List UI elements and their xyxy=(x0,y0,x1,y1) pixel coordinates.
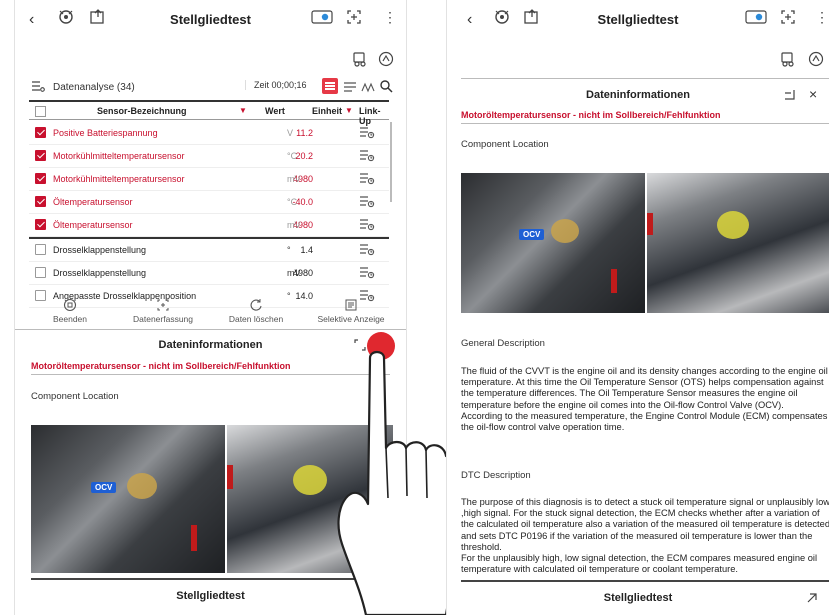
settings-circle-icon[interactable] xyxy=(377,50,395,70)
row-checkbox[interactable] xyxy=(35,267,46,278)
car-icon[interactable] xyxy=(351,50,369,70)
sensor-value: 11.2 xyxy=(296,128,313,138)
data-toolbar: Datenanalyse (34) Zeit 00;00;16 xyxy=(15,76,406,98)
capture-button[interactable]: Datenerfassung xyxy=(123,298,203,324)
sensor-unit: °C xyxy=(287,197,298,207)
sensor-unit: mV xyxy=(287,220,301,230)
data-info-title: Dateninformationen xyxy=(586,89,690,101)
list-view-button[interactable] xyxy=(322,78,338,94)
divider xyxy=(15,329,406,330)
table-row[interactable]: Motorkühlmitteltemperatursensor 20.2 °C xyxy=(29,145,389,168)
select-all-checkbox[interactable] xyxy=(35,106,46,117)
link-up-icon[interactable] xyxy=(359,149,375,165)
table-scrollbar[interactable] xyxy=(390,122,392,202)
row-checkbox[interactable] xyxy=(35,196,46,207)
link-up-icon[interactable] xyxy=(359,243,375,259)
settings-circle-icon[interactable] xyxy=(807,50,825,70)
sensor-unit: V xyxy=(287,128,294,138)
link-up-icon[interactable] xyxy=(359,266,375,282)
text-view-icon[interactable] xyxy=(343,80,357,97)
column-header-value[interactable]: Wert xyxy=(265,106,285,116)
header-bar: ‹ Stellgliedtest ⋮ xyxy=(15,0,406,42)
table-row[interactable]: Drosselklappenstellung 4980 mV xyxy=(29,262,389,285)
warning-text: Motoröltemperatursensor - nicht im Sollb… xyxy=(461,110,721,120)
table-row[interactable]: Positive Batteriespannung 11.2 V xyxy=(29,122,389,145)
sensor-name: Positive Batteriespannung xyxy=(53,128,158,138)
table-row[interactable]: Motorkühlmitteltemperatursensor 4980 mV xyxy=(29,168,389,191)
row-checkbox[interactable] xyxy=(35,173,46,184)
sensor-value: 20.2 xyxy=(295,151,313,161)
ocv-label: OCV xyxy=(91,482,117,493)
engine-photo-ocv: OCV xyxy=(461,173,645,313)
selection-divider xyxy=(29,237,389,239)
end-button[interactable]: Beenden xyxy=(45,298,95,324)
bottom-action-bar: Beenden Datenerfassung Daten löschen Sel… xyxy=(15,298,406,328)
warning-text: Motoröltemperatursensor - nicht im Sollb… xyxy=(31,361,291,371)
collapse-icon[interactable] xyxy=(805,591,819,610)
clear-data-button[interactable]: Daten löschen xyxy=(221,298,291,324)
data-analysis-label: Datenanalyse (34) xyxy=(53,82,135,93)
divider xyxy=(461,580,829,582)
screenshot-icon[interactable] xyxy=(779,8,797,31)
vci-status-icon[interactable] xyxy=(745,8,767,31)
collapse-panel-icon[interactable] xyxy=(783,88,797,105)
link-up-icon[interactable] xyxy=(359,195,375,211)
component-location-label: Component Location xyxy=(461,139,549,150)
more-menu-icon[interactable]: ⋮ xyxy=(383,9,397,26)
table-header: Sensor-Bezeichnung ▼ Wert Einheit ▼ Link… xyxy=(29,100,389,126)
sort-arrow-icon[interactable]: ▼ xyxy=(239,106,247,115)
close-button[interactable]: × xyxy=(809,86,817,102)
row-checkbox[interactable] xyxy=(35,219,46,230)
sensor-value: 1.4 xyxy=(300,245,313,255)
vci-status-icon[interactable] xyxy=(311,8,333,31)
dtc-description-title: DTC Description xyxy=(461,470,531,481)
row-checkbox[interactable] xyxy=(35,150,46,161)
engine-photo-ocv: OCV xyxy=(31,425,225,573)
right-screen: ‹ Stellgliedtest ⋮ Dateninformationen × … xyxy=(446,0,829,615)
row-checkbox[interactable] xyxy=(35,127,46,138)
sensor-unit: °C xyxy=(287,151,298,161)
search-icon[interactable] xyxy=(379,79,393,96)
row-checkbox[interactable] xyxy=(35,244,46,255)
sensor-name: Drosselklappenstellung xyxy=(53,245,147,255)
table-row[interactable]: Öltemperatursensor -40.0 °C xyxy=(29,191,389,214)
component-location-label: Component Location xyxy=(31,391,119,402)
column-header-unit[interactable]: Einheit xyxy=(312,106,342,116)
selective-display-button[interactable]: Selektive Anzeige xyxy=(311,298,391,324)
sensor-name: Motorkühlmitteltemperatursensor xyxy=(53,174,185,184)
header-bar: ‹ Stellgliedtest ⋮ xyxy=(447,0,829,42)
table-row[interactable]: Öltemperatursensor 4980 mV xyxy=(29,214,389,237)
sensor-name: Öltemperatursensor xyxy=(53,197,133,207)
page-title: Stellgliedtest xyxy=(597,12,679,27)
sensor-unit: ° xyxy=(287,245,291,255)
sensor-unit: mV xyxy=(287,174,301,184)
engine-photo-bay xyxy=(647,173,829,313)
data-info-header: Dateninformationen × xyxy=(447,84,829,108)
elapsed-time: Zeit 00;00;16 xyxy=(245,80,307,90)
column-header-name[interactable]: Sensor-Bezeichnung xyxy=(97,106,187,116)
screenshot-icon[interactable] xyxy=(345,8,363,31)
sensor-name: Drosselklappenstellung xyxy=(53,268,147,278)
divider xyxy=(461,78,829,79)
divider xyxy=(461,123,829,124)
car-icon[interactable] xyxy=(779,50,797,70)
sensor-unit: mV xyxy=(287,268,301,278)
footer-title: Stellgliedtest xyxy=(603,592,673,604)
unit-dropdown-icon[interactable]: ▼ xyxy=(345,106,353,115)
ocv-label: OCV xyxy=(519,229,545,240)
general-description-title: General Description xyxy=(461,338,545,349)
table-row[interactable]: Drosselklappenstellung 1.4 ° xyxy=(29,239,389,262)
link-up-icon[interactable] xyxy=(359,126,375,142)
more-menu-icon[interactable]: ⋮ xyxy=(815,9,829,26)
sensor-name: Motorkühlmitteltemperatursensor xyxy=(53,151,185,161)
dtc-description-text: The purpose of this diagnosis is to dete… xyxy=(461,497,829,575)
sensor-name: Öltemperatursensor xyxy=(53,220,133,230)
link-up-icon[interactable] xyxy=(359,172,375,188)
link-up-icon[interactable] xyxy=(359,218,375,234)
data-analysis-icon xyxy=(31,79,45,96)
graph-view-icon[interactable] xyxy=(361,80,375,97)
general-description-text: The fluid of the CVVT is the engine oil … xyxy=(461,366,828,433)
